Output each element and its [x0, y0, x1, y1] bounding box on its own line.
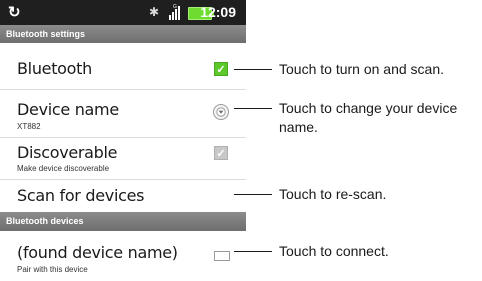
device-name-row[interactable]: Device name XT882 [0, 90, 246, 138]
bluetooth-icon: ✱ [149, 5, 160, 19]
scan-title: Scan for devices [17, 186, 145, 205]
callout-connect: Touch to connect. [279, 243, 389, 259]
bluetooth-devices-header: Bluetooth devices [0, 212, 246, 231]
callout-rescan: Touch to re-scan. [279, 186, 387, 202]
phone-screen: ↻ ✱ G 12:09 Bluetooth settings Bluetooth… [0, 0, 246, 281]
status-bar: ↻ ✱ G 12:09 [0, 0, 246, 25]
callout-line-connect [234, 251, 272, 252]
discoverable-subtitle: Make device discoverable [17, 164, 110, 173]
callout-change-name-line1: Touch to change your device [279, 100, 458, 116]
discoverable-row[interactable]: Discoverable Make device discoverable ✓ [0, 138, 246, 180]
status-time: 12:09 [200, 4, 236, 20]
callout-change-name-line2: name. [279, 119, 318, 135]
pair-indicator[interactable] [214, 251, 230, 261]
bluetooth-settings-header: Bluetooth settings [0, 25, 246, 43]
found-device-title: (found device name) [17, 243, 178, 262]
device-name-value: XT882 [17, 122, 41, 131]
chevron-down-icon[interactable] [213, 104, 229, 120]
discoverable-checkbox[interactable]: ✓ [214, 146, 228, 160]
bluetooth-toggle-row[interactable]: Bluetooth ✓ [0, 43, 246, 90]
svg-text:G: G [173, 4, 177, 10]
found-device-row[interactable]: (found device name) Pair with this devic… [0, 231, 246, 281]
scan-for-devices-row[interactable]: Scan for devices [0, 180, 246, 212]
callout-turn-on: Touch to turn on and scan. [279, 61, 444, 77]
bluetooth-title: Bluetooth [17, 59, 92, 78]
device-name-title: Device name [17, 100, 119, 119]
callout-line-rescan [234, 194, 272, 195]
found-device-subtitle: Pair with this device [17, 265, 88, 274]
bluetooth-checkbox[interactable]: ✓ [214, 62, 228, 76]
signal-icon: G [169, 4, 180, 20]
callout-line-change-name [234, 108, 272, 109]
callout-line-turn-on [234, 69, 272, 70]
discoverable-title: Discoverable [17, 143, 118, 162]
sync-icon: ↻ [8, 4, 21, 21]
